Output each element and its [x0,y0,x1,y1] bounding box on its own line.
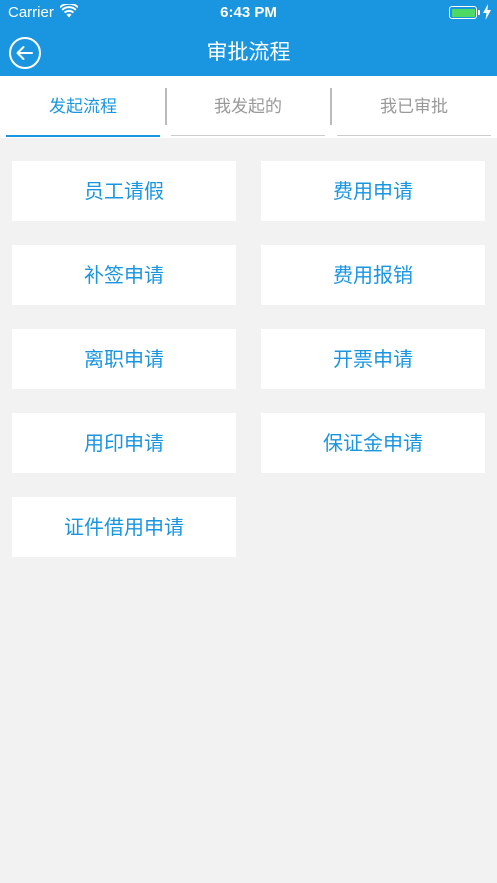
tab-underline [171,135,325,136]
item-certificate-borrow-request[interactable]: 证件借用申请 [12,497,236,557]
item-employee-leave[interactable]: 员工请假 [12,161,236,221]
tab-start-process[interactable]: 发起流程 [6,76,160,138]
header: Carrier 6:43 PM 审批流程 [0,0,497,76]
tab-underline [337,135,491,136]
tab-initiated-by-me[interactable]: 我发起的 [171,76,325,138]
item-seal-request[interactable]: 用印申请 [12,413,236,473]
tab-divider [165,88,167,125]
item-expense-request[interactable]: 费用申请 [261,161,485,221]
status-bar: Carrier 6:43 PM [0,0,497,26]
status-time: 6:43 PM [220,4,277,21]
tab-bar: 发起流程 我发起的 我已审批 [0,76,497,138]
item-expense-reimbursement[interactable]: 费用报销 [261,245,485,305]
item-invoice-request[interactable]: 开票申请 [261,329,485,389]
tab-approved-by-me[interactable]: 我已审批 [337,76,491,138]
item-resignation-request[interactable]: 离职申请 [12,329,236,389]
item-deposit-request[interactable]: 保证金申请 [261,413,485,473]
page-title: 审批流程 [206,40,291,64]
tab-divider [330,88,332,125]
tab-indicator-active [6,135,160,137]
battery-icon [449,6,480,19]
charging-icon [483,4,491,20]
item-makeup-sign-request[interactable]: 补签申请 [12,245,236,305]
